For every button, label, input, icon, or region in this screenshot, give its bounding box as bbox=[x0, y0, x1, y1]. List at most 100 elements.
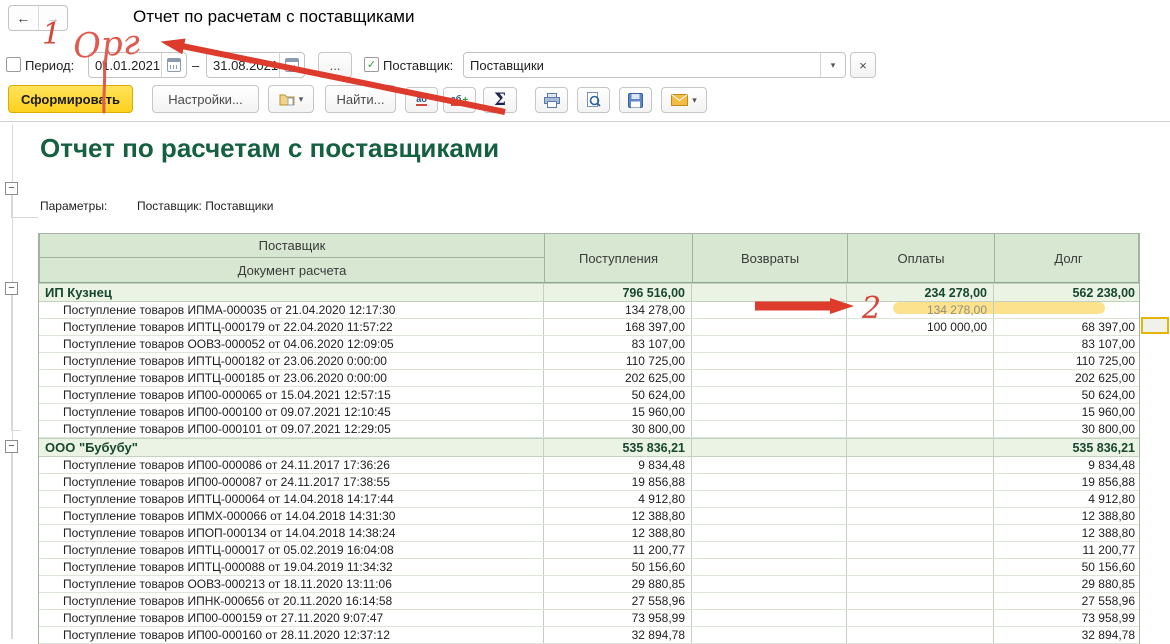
group-total-cell[interactable]: 796 516,00 bbox=[543, 284, 691, 301]
amount-cell[interactable] bbox=[691, 610, 846, 626]
calendar-button[interactable] bbox=[279, 53, 304, 77]
amount-cell[interactable] bbox=[691, 576, 846, 592]
amount-cell[interactable]: 202 625,00 bbox=[993, 370, 1141, 386]
table-row[interactable]: Поступление товаров ИПНК-000656 от 20.11… bbox=[39, 593, 1139, 610]
amount-cell[interactable] bbox=[846, 610, 993, 626]
amount-cell[interactable]: 50 624,00 bbox=[993, 387, 1141, 403]
amount-cell[interactable]: 32 894,78 bbox=[543, 627, 691, 643]
supplier-combo[interactable]: Поставщики ▾ bbox=[463, 52, 846, 78]
header-document[interactable]: Документ расчета bbox=[40, 258, 544, 282]
amount-cell[interactable]: 15 960,00 bbox=[543, 404, 691, 420]
table-row[interactable]: Поступление товаров ИПТЦ-000185 от 23.06… bbox=[39, 370, 1139, 387]
table-row[interactable]: Поступление товаров ИПМХ-000066 от 14.04… bbox=[39, 508, 1139, 525]
forward-button[interactable]: → bbox=[38, 6, 68, 30]
supplier-value[interactable]: Поставщики bbox=[464, 58, 820, 73]
group-total-cell[interactable]: 535 836,21 bbox=[543, 439, 691, 456]
header-col-supplier[interactable]: Поставщик Документ расчета bbox=[40, 234, 544, 282]
header-receipts[interactable]: Поступления bbox=[544, 234, 692, 282]
amount-cell[interactable]: 12 388,80 bbox=[543, 508, 691, 524]
period-to-field[interactable]: 31.08.2021 bbox=[206, 52, 305, 78]
group-row[interactable]: ИП Кузнец796 516,00234 278,00562 238,00 bbox=[39, 283, 1139, 302]
amount-cell[interactable] bbox=[691, 525, 846, 541]
expand-abbrev-button[interactable]: аб+ bbox=[443, 87, 476, 113]
table-row[interactable]: Поступление товаров ИП00-000159 от 27.11… bbox=[39, 610, 1139, 627]
find-button[interactable]: Найти... bbox=[325, 85, 396, 113]
amount-cell[interactable] bbox=[846, 353, 993, 369]
amount-cell[interactable] bbox=[691, 404, 846, 420]
table-row[interactable]: Поступление товаров ИП00-000100 от 09.07… bbox=[39, 404, 1139, 421]
amount-cell[interactable] bbox=[691, 559, 846, 575]
amount-cell[interactable]: 9 834,48 bbox=[543, 457, 691, 473]
table-row[interactable]: Поступление товаров ИПТЦ-000064 от 14.04… bbox=[39, 491, 1139, 508]
amount-cell[interactable] bbox=[993, 302, 1141, 318]
amount-cell[interactable] bbox=[691, 302, 846, 318]
send-email-button[interactable]: ▾ bbox=[661, 87, 707, 113]
document-cell[interactable]: Поступление товаров ИП00-000160 от 28.11… bbox=[39, 627, 543, 643]
period-to-value[interactable]: 31.08.2021 bbox=[207, 58, 279, 73]
amount-cell[interactable] bbox=[691, 627, 846, 643]
amount-cell[interactable]: 50 156,60 bbox=[993, 559, 1141, 575]
table-row[interactable]: Поступление товаров ИП00-000087 от 24.11… bbox=[39, 474, 1139, 491]
group-total-cell[interactable]: 535 836,21 bbox=[993, 439, 1141, 456]
amount-cell[interactable] bbox=[846, 525, 993, 541]
amount-cell[interactable]: 168 397,00 bbox=[543, 319, 691, 335]
amount-cell[interactable] bbox=[691, 593, 846, 609]
period-from-field[interactable]: 01.01.2021 bbox=[88, 52, 187, 78]
supplier-checkbox[interactable]: ✓ bbox=[364, 57, 379, 72]
amount-cell[interactable]: 83 107,00 bbox=[993, 336, 1141, 352]
supplier-dropdown-button[interactable]: ▾ bbox=[820, 53, 845, 77]
document-cell[interactable]: Поступление товаров ИП00-000087 от 24.11… bbox=[39, 474, 543, 490]
amount-cell[interactable] bbox=[691, 457, 846, 473]
period-checkbox[interactable] bbox=[6, 57, 21, 72]
amount-cell[interactable]: 29 880,85 bbox=[543, 576, 691, 592]
amount-cell[interactable]: 27 558,96 bbox=[993, 593, 1141, 609]
document-cell[interactable]: Поступление товаров ИПТЦ-000179 от 22.04… bbox=[39, 319, 543, 335]
document-cell[interactable]: Поступление товаров ИП00-000086 от 24.11… bbox=[39, 457, 543, 473]
amount-cell[interactable] bbox=[691, 491, 846, 507]
table-row[interactable]: Поступление товаров ИП00-000101 от 09.07… bbox=[39, 421, 1139, 438]
group-total-cell[interactable] bbox=[691, 439, 846, 456]
table-row[interactable]: Поступление товаров ООВЗ-000213 от 18.11… bbox=[39, 576, 1139, 593]
table-row[interactable]: Поступление товаров ИП00-000065 от 15.04… bbox=[39, 387, 1139, 404]
amount-cell[interactable]: 134 278,00 bbox=[846, 302, 993, 318]
amount-cell[interactable]: 50 156,60 bbox=[543, 559, 691, 575]
header-payments[interactable]: Оплаты bbox=[847, 234, 994, 282]
supplier-clear-button[interactable]: × bbox=[850, 52, 876, 78]
amount-cell[interactable] bbox=[691, 319, 846, 335]
document-cell[interactable]: Поступление товаров ИП00-000065 от 15.04… bbox=[39, 387, 543, 403]
selected-cell-outline[interactable] bbox=[1141, 317, 1169, 334]
amount-cell[interactable] bbox=[846, 593, 993, 609]
amount-cell[interactable]: 29 880,85 bbox=[993, 576, 1141, 592]
amount-cell[interactable]: 11 200,77 bbox=[543, 542, 691, 558]
group-row[interactable]: ООО "Бубубу"535 836,21535 836,21 bbox=[39, 438, 1139, 457]
preview-button[interactable] bbox=[577, 87, 610, 113]
amount-cell[interactable]: 83 107,00 bbox=[543, 336, 691, 352]
amount-cell[interactable]: 9 834,48 bbox=[993, 457, 1141, 473]
amount-cell[interactable]: 100 000,00 bbox=[846, 319, 993, 335]
collapse-toggle-group2[interactable]: − bbox=[5, 440, 18, 453]
amount-cell[interactable]: 4 912,80 bbox=[543, 491, 691, 507]
document-cell[interactable]: Поступление товаров ООВЗ-000213 от 18.11… bbox=[39, 576, 543, 592]
amount-cell[interactable] bbox=[691, 421, 846, 437]
amount-cell[interactable] bbox=[691, 474, 846, 490]
amount-cell[interactable]: 19 856,88 bbox=[543, 474, 691, 490]
amount-cell[interactable] bbox=[846, 576, 993, 592]
amount-cell[interactable] bbox=[846, 508, 993, 524]
group-total-cell[interactable]: 562 238,00 bbox=[993, 284, 1141, 301]
amount-cell[interactable]: 73 958,99 bbox=[543, 610, 691, 626]
document-cell[interactable]: Поступление товаров ООВЗ-000052 от 04.06… bbox=[39, 336, 543, 352]
amount-cell[interactable]: 12 388,80 bbox=[993, 508, 1141, 524]
table-row[interactable]: Поступление товаров ИП00-000086 от 24.11… bbox=[39, 457, 1139, 474]
document-cell[interactable]: Поступление товаров ИП00-000159 от 27.11… bbox=[39, 610, 543, 626]
period-from-value[interactable]: 01.01.2021 bbox=[89, 58, 161, 73]
save-button[interactable] bbox=[619, 87, 652, 113]
header-supplier[interactable]: Поставщик bbox=[40, 234, 544, 258]
amount-cell[interactable] bbox=[691, 336, 846, 352]
amount-cell[interactable]: 32 894,78 bbox=[993, 627, 1141, 643]
amount-cell[interactable]: 27 558,96 bbox=[543, 593, 691, 609]
amount-cell[interactable] bbox=[846, 474, 993, 490]
amount-cell[interactable]: 4 912,80 bbox=[993, 491, 1141, 507]
amount-cell[interactable]: 12 388,80 bbox=[543, 525, 691, 541]
document-cell[interactable]: Поступление товаров ИПМА-000035 от 21.04… bbox=[39, 302, 543, 318]
settings-button[interactable]: Настройки... bbox=[152, 85, 259, 113]
